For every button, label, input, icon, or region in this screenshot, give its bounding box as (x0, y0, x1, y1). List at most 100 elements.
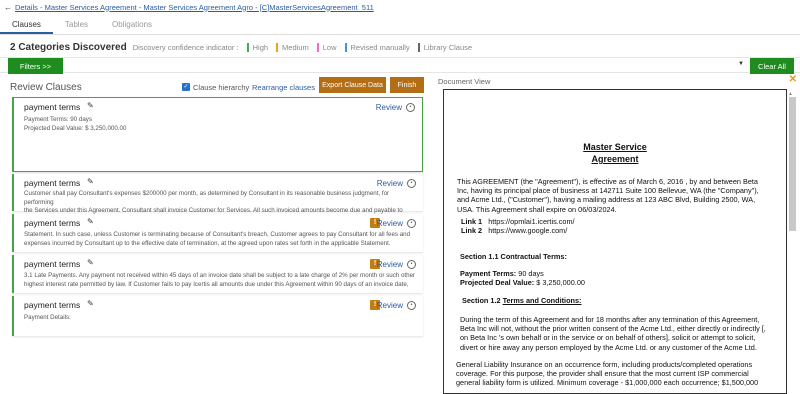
filters-button[interactable]: Filters >> (8, 58, 63, 74)
pencil-icon[interactable]: ✎ (87, 177, 94, 186)
section-title: Terms and Conditions: (502, 296, 582, 305)
clause-card[interactable]: payment terms ✎ ! Review • Statement. In… (12, 214, 423, 252)
legend-label: Revised manually (350, 42, 410, 52)
breadcrumb-bar: ← Details - Master Services Agreement - … (0, 0, 800, 14)
export-clause-data-button[interactable]: Export Clause Data (319, 77, 386, 93)
text-line: This AGREEMENT (the "Agreement"), is eff… (457, 177, 758, 186)
text-line: General Liability Insurance on an occurr… (456, 360, 753, 369)
tab-tables[interactable]: Tables (53, 15, 100, 34)
filter-dropdown-caret-icon[interactable]: ▼ (738, 61, 744, 67)
text-line: coverage. For this purpose, the provider… (456, 369, 749, 379)
clause-body: Customer shall pay Consultant's expenses… (24, 190, 417, 216)
review-status-icon[interactable]: • (407, 301, 416, 310)
tab-obligations[interactable]: Obligations (100, 15, 164, 34)
document-page: Master Service Agreement This AGREEMENT … (443, 89, 787, 394)
review-status-icon[interactable]: • (406, 103, 415, 112)
legend-swatch (344, 42, 347, 52)
clause-title: payment terms (24, 259, 81, 269)
link-label: Link 2 (461, 226, 483, 236)
clause-title: payment terms (24, 178, 81, 188)
tab-bar: Clauses Tables Obligations (0, 15, 800, 35)
pencil-icon[interactable]: ✎ (87, 101, 94, 110)
legend-label: Medium (282, 42, 309, 52)
link-value[interactable]: https://www.google.com/ (488, 226, 567, 235)
field-label: Payment Terms: (460, 269, 517, 278)
review-status-icon[interactable]: • (407, 179, 416, 188)
clause-hierarchy-label[interactable]: Clause hierarchy (193, 83, 249, 92)
review-link[interactable]: Review (377, 179, 403, 188)
section-1-1-heading: Section 1.1 Contractual Terms: (460, 252, 567, 261)
contract-terms-block: Payment Terms: 90 days Projected Deal Va… (460, 269, 780, 287)
pencil-icon[interactable]: ✎ (87, 258, 94, 267)
clause-line: Payment Terms: 90 days (24, 116, 92, 123)
clause-body: Payment Details: (24, 314, 417, 323)
filter-bar: Filters >> ▼ Clear All (0, 57, 800, 74)
section-number: Section 1.2 (462, 296, 503, 305)
review-status-icon[interactable]: • (407, 260, 416, 269)
document-heading-line2: Agreement (591, 154, 639, 164)
document-scrollbar[interactable] (789, 97, 796, 231)
clause-title: payment terms (24, 218, 81, 228)
field-value: 90 days (518, 269, 544, 278)
legend-label: Low (322, 42, 337, 52)
clause-line: expenses incurred by Consultant up to th… (24, 239, 391, 247)
text-line: During the term of this Agreement and fo… (460, 315, 760, 324)
review-status-icon[interactable]: • (407, 219, 416, 228)
legend-low: Low (316, 42, 337, 52)
categories-bar: 2 Categories Discovered Discovery confid… (0, 38, 800, 56)
legend-label: Library Clause (423, 42, 473, 52)
finish-button[interactable]: Finish (390, 77, 424, 93)
clause-line: Statement. In such case, unless Customer… (24, 231, 411, 238)
clause-hierarchy-checkbox[interactable]: ✓ (182, 83, 190, 91)
clause-line: highest interest rate permitted by law. … (24, 280, 409, 288)
pencil-icon[interactable]: ✎ (87, 299, 94, 308)
liability-paragraph: General Liability Insurance on an occurr… (456, 360, 786, 388)
review-clauses-title: Review Clauses (10, 82, 82, 93)
text-line: Inc, having its principal place of busin… (457, 186, 759, 196)
confidence-indicator-label: Discovery confidence indicator : (132, 42, 239, 52)
legend-label: High (252, 42, 269, 52)
clause-card[interactable]: payment terms ✎ Review • Payment Terms: … (12, 97, 423, 172)
review-link[interactable]: Review (376, 103, 402, 112)
back-arrow-icon[interactable]: ← (4, 3, 12, 12)
close-icon[interactable]: ✕ (789, 74, 797, 85)
clause-line: Projected Deal Value: $ 3,250,000.00 (24, 124, 127, 132)
clause-body: 3.1 Late Payments. Any payment not recei… (24, 272, 417, 289)
rearrange-clauses-link[interactable]: Rearrange clauses (252, 83, 315, 92)
tab-clauses[interactable]: Clauses (0, 15, 53, 34)
clause-title: payment terms (24, 102, 81, 112)
legend-high: High (246, 42, 269, 52)
text-line: general liability form is utilized. Mini… (456, 378, 759, 388)
clause-card[interactable]: payment terms ✎ ! Review • 3.1 Late Paym… (12, 255, 423, 293)
clause-line: 3.1 Late Payments. Any payment not recei… (24, 272, 416, 279)
legend-medium: Medium (276, 42, 309, 52)
clause-card[interactable]: payment terms ✎ ! Review • Payment Detai… (12, 296, 423, 336)
legend-swatch (417, 42, 420, 52)
review-link[interactable]: Review (377, 260, 403, 269)
text-line: on Beta Inc 's own behalf or in the serv… (460, 333, 756, 343)
legend-swatch (316, 42, 319, 52)
link-value[interactable]: https://opmlai1.icertis.com/ (488, 217, 574, 226)
clause-line: Customer shall pay Consultant's expenses… (24, 190, 390, 206)
review-link[interactable]: Review (377, 301, 403, 310)
term-paragraph: During the term of this Agreement and fo… (460, 315, 785, 352)
section-1-2-heading: Section 1.2 Terms and Conditions: (462, 296, 782, 305)
clause-card[interactable]: payment terms ✎ Review • Customer shall … (12, 174, 423, 214)
text-line: divert or hire away any person employed … (460, 342, 757, 352)
clause-line: Payment Details: (24, 314, 71, 321)
legend-revised-manually: Revised manually (344, 42, 410, 52)
text-line: USA. This Agreement shall expire on 06/0… (457, 204, 617, 214)
review-header: Review Clauses ✓ Clause hierarchy Rearra… (8, 77, 428, 94)
review-link[interactable]: Review (377, 219, 403, 228)
clear-all-button[interactable]: Clear All (750, 58, 794, 74)
intro-paragraph: This AGREEMENT (the "Agreement"), is eff… (457, 177, 782, 214)
field-label: Projected Deal Value: (460, 278, 535, 288)
link-label: Link 1 (461, 217, 483, 226)
legend-swatch (246, 42, 249, 52)
links-block: Link 1 https://opmlai1.icertis.com/ Link… (461, 217, 781, 235)
document-heading-line1: Master Service (583, 142, 647, 152)
breadcrumb-link[interactable]: Details - Master Services Agreement - Ma… (15, 3, 374, 12)
pencil-icon[interactable]: ✎ (87, 217, 94, 226)
field-value: $ 3,250,000.00 (536, 278, 585, 288)
document-view-pane: Document View ✕ Master Service Agreement… (434, 73, 800, 394)
